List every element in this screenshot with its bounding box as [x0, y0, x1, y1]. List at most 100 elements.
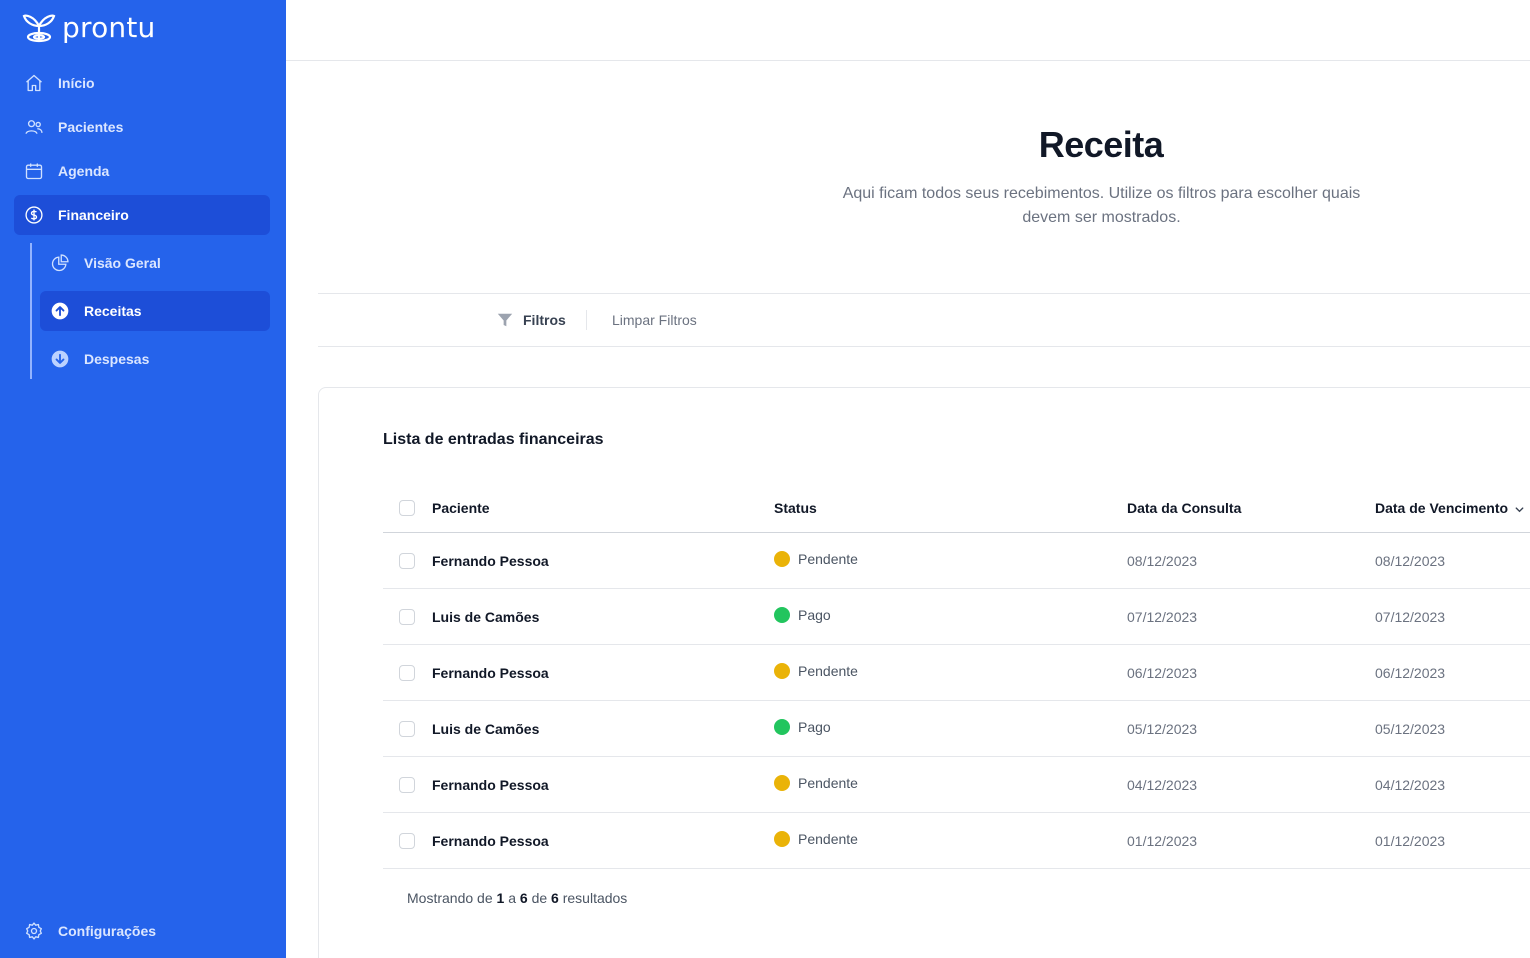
- consult-date: 06/12/2023: [1127, 665, 1198, 681]
- calendar-icon: [24, 161, 44, 181]
- consult-date: 04/12/2023: [1127, 777, 1198, 793]
- sidebar-item-inicio[interactable]: Início: [14, 63, 270, 103]
- row-divider: [383, 644, 1530, 645]
- funnel-icon: [497, 313, 513, 327]
- submenu-line: [30, 243, 32, 379]
- column-header-data-vencimento[interactable]: Data de Vencimento: [1375, 500, 1525, 516]
- status-text: Pago: [798, 719, 831, 735]
- results-of-word: de: [531, 890, 548, 906]
- page-subtitle: Aqui ficam todos seus recebimentos. Util…: [842, 185, 1361, 226]
- status-dot: [774, 663, 790, 679]
- status-badge: Pendente: [774, 551, 858, 567]
- status-text: Pendente: [798, 551, 858, 567]
- column-header-label: Data de Vencimento: [1375, 500, 1509, 516]
- patient-name: Fernando Pessoa: [432, 665, 549, 681]
- gear-icon: [24, 921, 44, 941]
- sidebar-item-financeiro[interactable]: Financeiro: [14, 195, 270, 235]
- arrow-up-circle-icon: [50, 301, 70, 321]
- status-badge: Pago: [774, 607, 831, 623]
- patient-name: Luis de Camões: [432, 609, 540, 625]
- sidebar-item-label: Pacientes: [58, 119, 124, 135]
- column-header-status[interactable]: Status: [774, 500, 817, 516]
- sidebar-item-label: Configurações: [58, 923, 157, 939]
- due-date: 08/12/2023: [1375, 553, 1446, 569]
- consult-date: 05/12/2023: [1127, 721, 1198, 737]
- clear-filters-button[interactable]: Limpar Filtros: [612, 312, 697, 328]
- dollar-circle-icon: [24, 205, 44, 225]
- row-checkbox[interactable]: [399, 833, 415, 849]
- row-checkbox[interactable]: [399, 609, 415, 625]
- sidebar: prontu Início Pacientes Agenda Financeir…: [0, 0, 286, 958]
- filters-label: Filtros: [523, 312, 566, 328]
- due-date: 04/12/2023: [1375, 777, 1446, 793]
- page-title: Receita: [1038, 124, 1164, 165]
- table-title: Lista de entradas financeiras: [383, 431, 604, 448]
- status-text: Pendente: [798, 831, 858, 847]
- users-icon: [24, 117, 44, 137]
- sidebar-subitem-receitas[interactable]: Receitas: [40, 291, 270, 331]
- status-badge: Pendente: [774, 663, 858, 679]
- logo[interactable]: prontu: [22, 10, 155, 44]
- row-divider: [383, 756, 1530, 757]
- due-date: 06/12/2023: [1375, 665, 1446, 681]
- sidebar-subitem-visao-geral[interactable]: Visão Geral: [40, 243, 270, 283]
- sidebar-subitem-label: Visão Geral: [84, 255, 161, 271]
- results-prefix: Mostrando de: [407, 890, 493, 906]
- row-divider: [383, 700, 1530, 701]
- sidebar-subitem-label: Despesas: [84, 351, 150, 367]
- sidebar-item-pacientes[interactable]: Pacientes: [14, 107, 270, 147]
- row-checkbox[interactable]: [399, 777, 415, 793]
- status-text: Pendente: [798, 663, 858, 679]
- due-date: 07/12/2023: [1375, 609, 1446, 625]
- results-to-word: a: [508, 890, 516, 906]
- status-badge: Pago: [774, 719, 831, 735]
- results-suffix: resultados: [562, 890, 628, 906]
- results-total: 6: [551, 890, 559, 906]
- row-divider: [383, 812, 1530, 813]
- column-header-paciente[interactable]: Paciente: [432, 500, 490, 516]
- sidebar-subitem-despesas[interactable]: Despesas: [40, 339, 270, 379]
- results-from: 1: [496, 890, 505, 906]
- results-summary: Mostrando de 1 a 6 de 6 resultados: [407, 890, 627, 906]
- status-text: Pendente: [798, 775, 858, 791]
- row-checkbox[interactable]: [399, 721, 415, 737]
- app-name: prontu: [62, 10, 156, 44]
- status-badge: Pendente: [774, 775, 858, 791]
- status-dot: [774, 775, 790, 791]
- row-checkbox[interactable]: [399, 553, 415, 569]
- home-icon: [24, 73, 44, 93]
- select-all-checkbox[interactable]: [399, 500, 415, 516]
- patient-name: Luis de Camões: [432, 721, 540, 737]
- patient-name: Fernando Pessoa: [432, 777, 549, 793]
- arrow-down-circle-icon: [50, 349, 70, 369]
- pie-chart-icon: [50, 253, 70, 273]
- sidebar-item-agenda[interactable]: Agenda: [14, 151, 270, 191]
- consult-date: 07/12/2023: [1127, 609, 1198, 625]
- sidebar-item-configuracoes[interactable]: Configurações: [14, 911, 270, 951]
- row-divider: [383, 868, 1530, 869]
- filters-button[interactable]: Filtros: [496, 311, 566, 329]
- chevron-down-icon: [1515, 507, 1524, 513]
- row-checkbox[interactable]: [399, 665, 415, 681]
- status-dot: [774, 607, 790, 623]
- status-dot: [774, 719, 790, 735]
- prontu-logo-icon: [22, 14, 56, 43]
- sidebar-item-label: Início: [58, 75, 95, 91]
- status-dot: [774, 551, 790, 567]
- status-badge: Pendente: [774, 831, 858, 847]
- results-to: 6: [519, 890, 528, 906]
- patient-name: Fernando Pessoa: [432, 553, 549, 569]
- row-divider: [383, 588, 1530, 589]
- filter-bar: Filtros Limpar Filtros: [318, 293, 1530, 347]
- column-header-data-consulta[interactable]: Data da Consulta: [1127, 500, 1241, 516]
- due-date: 01/12/2023: [1375, 833, 1446, 849]
- status-dot: [774, 831, 790, 847]
- sidebar-item-label: Agenda: [58, 163, 110, 179]
- consult-date: 08/12/2023: [1127, 553, 1198, 569]
- sidebar-item-label: Financeiro: [58, 207, 129, 223]
- patient-name: Fernando Pessoa: [432, 833, 549, 849]
- filter-divider: [586, 310, 587, 330]
- sidebar-subitem-label: Receitas: [84, 303, 142, 319]
- consult-date: 01/12/2023: [1127, 833, 1198, 849]
- due-date: 05/12/2023: [1375, 721, 1446, 737]
